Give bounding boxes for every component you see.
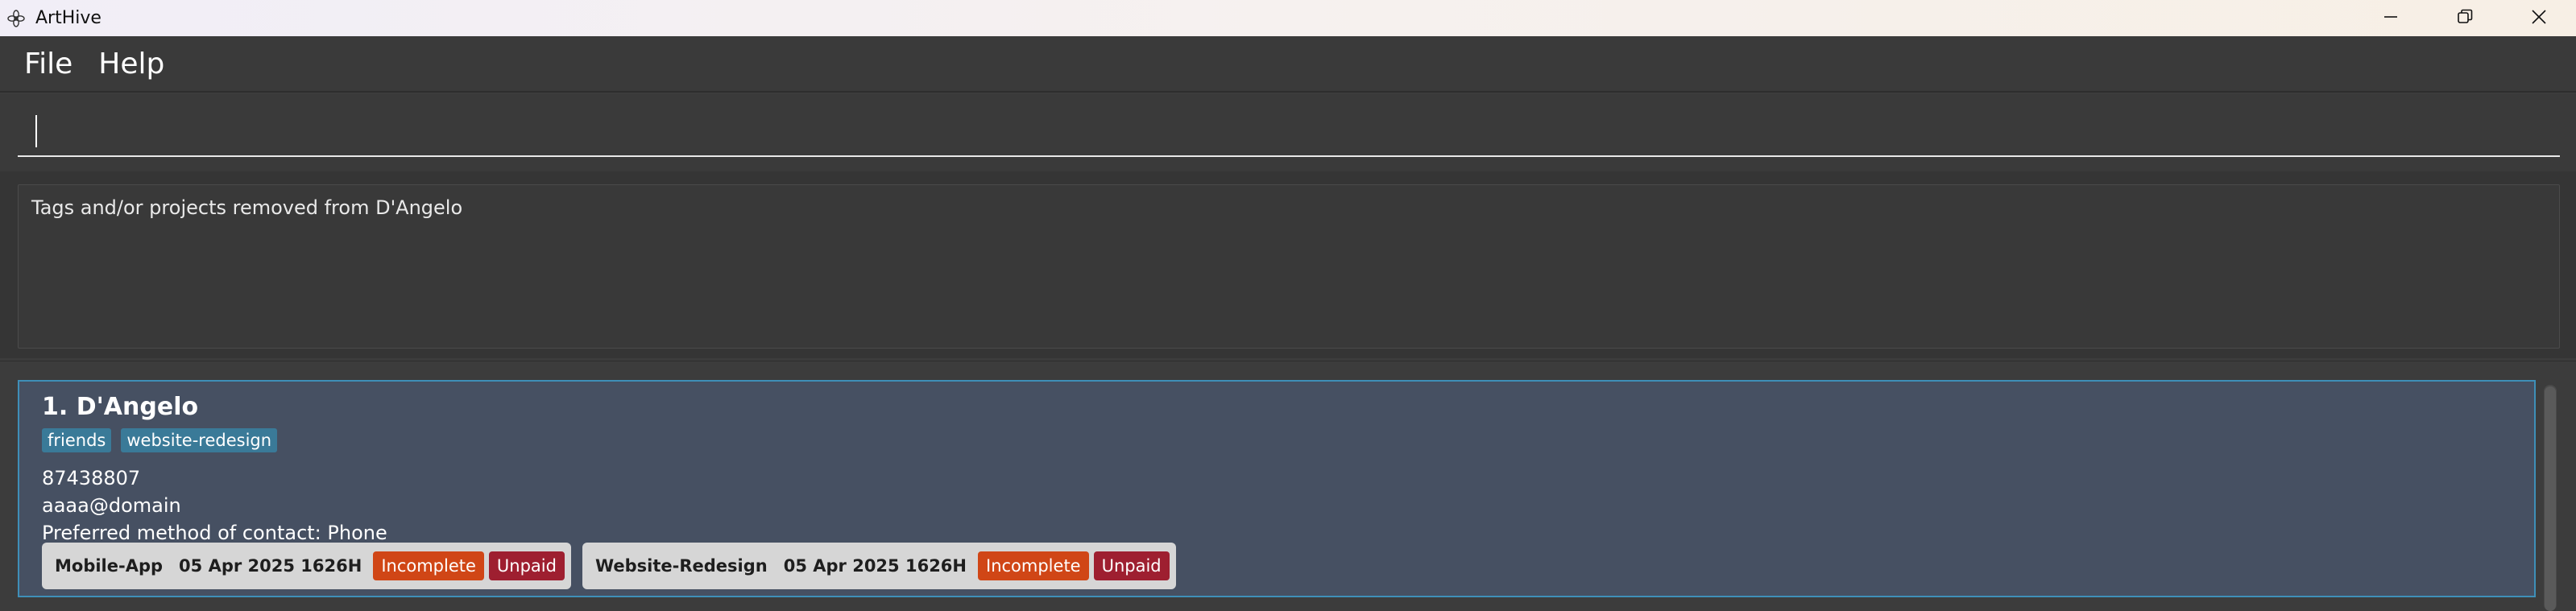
project-name: Website-Redesign <box>594 556 768 576</box>
project-chip: Mobile-App 05 Apr 2025 1626H Incomplete … <box>42 543 571 589</box>
text-caret <box>35 115 37 147</box>
payment-badge: Unpaid <box>488 551 565 580</box>
person-name: 1. D'Angelo <box>42 393 199 421</box>
result-display-area: Tags and/or projects removed from D'Ange… <box>0 171 2576 358</box>
maximize-button[interactable] <box>2428 0 2502 36</box>
app-title: ArtHive <box>35 8 101 28</box>
command-input[interactable] <box>18 105 2560 157</box>
person-email: aaaa@domain <box>42 494 181 517</box>
close-button[interactable] <box>2502 0 2576 36</box>
minimize-button[interactable] <box>2354 0 2428 36</box>
list-scrollbar-thumb[interactable] <box>2545 386 2556 611</box>
preferred-contact: Preferred method of contact: Phone <box>42 522 387 544</box>
menu-help[interactable]: Help <box>85 47 177 81</box>
project-deadline: 05 Apr 2025 1626H <box>783 556 967 576</box>
person-card[interactable]: 1. D'Angelo friends website-redesign 874… <box>18 380 2536 597</box>
tag: friends <box>42 428 112 452</box>
person-list: 1. D'Angelo friends website-redesign 874… <box>0 361 2576 611</box>
maximize-icon <box>2456 8 2474 29</box>
payment-badge: Unpaid <box>1093 551 1170 580</box>
menu-bar: File Help <box>0 36 2576 93</box>
project-list: Mobile-App 05 Apr 2025 1626H Incomplete … <box>42 543 1176 589</box>
tag: website-redesign <box>121 428 278 452</box>
close-icon <box>2530 8 2548 29</box>
flower-icon <box>5 7 27 30</box>
project-deadline: 05 Apr 2025 1626H <box>179 556 362 576</box>
menu-file[interactable]: File <box>11 47 85 81</box>
project-name: Mobile-App <box>55 556 164 576</box>
tag-list: friends website-redesign <box>42 428 278 452</box>
status-badge: Incomplete <box>978 551 1089 580</box>
result-message: Tags and/or projects removed from D'Ange… <box>31 196 463 219</box>
command-box-area <box>0 94 2576 171</box>
result-display[interactable]: Tags and/or projects removed from D'Ange… <box>18 184 2560 349</box>
title-bar: ArtHive <box>0 0 2576 36</box>
minimize-icon <box>2382 8 2400 29</box>
person-phone: 87438807 <box>42 467 141 489</box>
status-badge: Incomplete <box>373 551 484 580</box>
project-chip: Website-Redesign 05 Apr 2025 1626H Incom… <box>582 543 1176 589</box>
